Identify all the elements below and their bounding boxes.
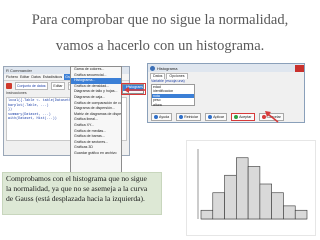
- histogram-bar: [236, 157, 249, 220]
- histogram-bar: [247, 166, 261, 220]
- variable-label: Variable (escoja una): [151, 79, 185, 83]
- help-button[interactable]: Ayuda: [151, 113, 173, 121]
- edit-dataset-button[interactable]: Editar: [51, 82, 65, 90]
- r-logo-icon: [6, 83, 12, 89]
- reset-icon: [179, 115, 184, 119]
- apply-icon: [208, 115, 213, 119]
- dialog-tabs: Datos Opciones: [148, 72, 304, 79]
- check-icon: [234, 115, 239, 119]
- menu-editar[interactable]: Editar: [20, 74, 29, 80]
- help-icon: [154, 115, 158, 119]
- histogram-bar: [271, 192, 284, 220]
- arrow-pointer-icon: [265, 111, 279, 123]
- note-line: la normalidad, ya que no se asemeja a la…: [6, 184, 148, 193]
- histogram-dialog: Histograma Datos Opciones Variable (esco…: [147, 63, 305, 123]
- menu-item[interactable]: Diagrama de dispersión...: [71, 106, 121, 112]
- dataset-selector[interactable]: Conjunto de datos:: [15, 82, 49, 90]
- menu-item[interactable]: Guardar gráfico en archivo: [71, 151, 121, 157]
- histogram-bar: [200, 209, 214, 220]
- close-icon[interactable]: [295, 64, 304, 72]
- slide-title-line-1: Para comprobar que no sigue la normalida…: [31, 12, 289, 28]
- note-line: Comprobamos con el histograma que no sig…: [6, 174, 147, 183]
- histogram-bar: [294, 209, 308, 220]
- histogram-bar: [259, 183, 272, 220]
- apply-label: Aplicar: [213, 115, 225, 119]
- graphs-menu: Gama de colores... Gráfica secuencial...…: [70, 66, 122, 178]
- menu-estadisticos[interactable]: Estadísticos: [43, 74, 62, 80]
- ok-label: Aceptar: [239, 115, 252, 119]
- histogram-bar: [224, 174, 237, 220]
- dialog-titlebar: Histograma: [148, 64, 304, 72]
- variable-list[interactable]: edad identificacion nota peso altura: [151, 84, 195, 107]
- ok-button[interactable]: Aceptar: [231, 113, 255, 121]
- reset-label: Reiniciar: [184, 115, 199, 119]
- explanation-note: Comprobamos con el histograma que no sig…: [2, 172, 162, 215]
- dialog-buttons: Ayuda Reiniciar Aplicar Aceptar Cancelar: [151, 113, 303, 122]
- dialog-title: Histograma: [157, 65, 178, 71]
- note-line: de Gauss (está desplazada hacia la izqui…: [6, 194, 145, 203]
- menu-datos[interactable]: Datos: [31, 74, 40, 80]
- histogram-bar: [283, 205, 296, 220]
- slide-title: Para comprobar que no sigue la normalida…: [0, 0, 320, 59]
- menu-fichero[interactable]: Fichero: [6, 74, 18, 80]
- r-logo-icon: [150, 65, 155, 71]
- variable-item[interactable]: altura: [152, 103, 194, 107]
- apply-button[interactable]: Aplicar: [205, 113, 228, 121]
- histogram-bar: [212, 192, 225, 220]
- help-label: Ayuda: [159, 115, 170, 119]
- histogram-chart: [197, 149, 308, 220]
- slide-title-line-2: vamos a hacerlo con un histograma.: [55, 38, 265, 54]
- reset-button[interactable]: Reiniciar: [176, 113, 202, 121]
- histogram-panel: [186, 140, 316, 236]
